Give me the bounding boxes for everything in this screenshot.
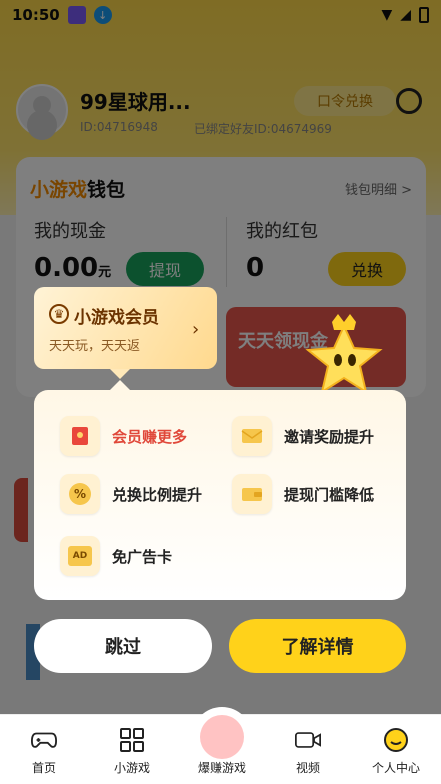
nav-item-minigames[interactable]: 小游戏 xyxy=(90,727,174,776)
chevron-right-icon: › xyxy=(192,319,200,340)
benefit-item: 提现门槛降低 xyxy=(232,474,374,514)
envelope-icon xyxy=(232,416,272,456)
wallet-icon xyxy=(232,474,272,514)
nav-label: 首页 xyxy=(31,761,56,775)
percent-glyph: % xyxy=(69,483,91,505)
nav-item-video[interactable]: 视频 xyxy=(266,727,350,776)
benefit-label: 免广告卡 xyxy=(112,547,173,566)
tag-pointer xyxy=(110,369,130,379)
cash-card-icon xyxy=(200,715,244,759)
vip-title: 小游戏会员 xyxy=(74,308,159,328)
nav-label: 爆赚游戏 xyxy=(197,761,246,775)
benefit-label: 兑换比例提升 xyxy=(112,485,203,504)
benefit-item: AD 免广告卡 xyxy=(60,536,172,576)
bottom-nav: 首页 小游戏 爆赚游戏 视频 个人中心 xyxy=(0,707,441,784)
nav-item-profile[interactable]: 个人中心 xyxy=(354,727,438,776)
benefit-label: 提现门槛降低 xyxy=(284,485,375,504)
skip-button[interactable]: 跳过 xyxy=(34,619,212,673)
vip-subtitle: 天天玩，天天返 xyxy=(49,339,141,354)
ad-glyph: AD xyxy=(68,546,92,566)
nav-label: 小游戏 xyxy=(113,761,150,775)
benefit-item: % 兑换比例提升 xyxy=(60,474,202,514)
nav-item-earn-games[interactable]: 爆赚游戏 xyxy=(180,759,264,776)
card-pointer xyxy=(110,380,130,390)
benefit-label: 会员赚更多 xyxy=(112,427,188,446)
nav-item-home[interactable]: 首页 xyxy=(2,727,86,776)
nav-label: 视频 xyxy=(295,761,320,775)
red-packet-icon xyxy=(60,416,100,456)
benefit-item: 邀请奖励提升 xyxy=(232,416,374,456)
vip-benefits-card: 会员赚更多 邀请奖励提升 % 兑换比例提升 提现门槛降低 AD 免广告卡 xyxy=(34,380,406,600)
grid-icon xyxy=(119,727,145,753)
ad-card-icon: AD xyxy=(60,536,100,576)
smiley-icon xyxy=(383,727,409,753)
video-icon xyxy=(295,727,321,753)
learn-more-button[interactable]: 了解详情 xyxy=(229,619,406,673)
vip-member-tag[interactable]: ♛ 小游戏会员 天天玩，天天返 › xyxy=(34,287,217,379)
vip-crown-icon: ♛ xyxy=(49,304,69,324)
percent-coin-icon: % xyxy=(60,474,100,514)
benefit-label: 邀请奖励提升 xyxy=(284,427,375,446)
benefit-item: 会员赚更多 xyxy=(60,416,187,456)
nav-label: 个人中心 xyxy=(371,761,420,775)
gamepad-icon xyxy=(31,727,57,753)
nav-center-bubble[interactable] xyxy=(192,707,252,767)
